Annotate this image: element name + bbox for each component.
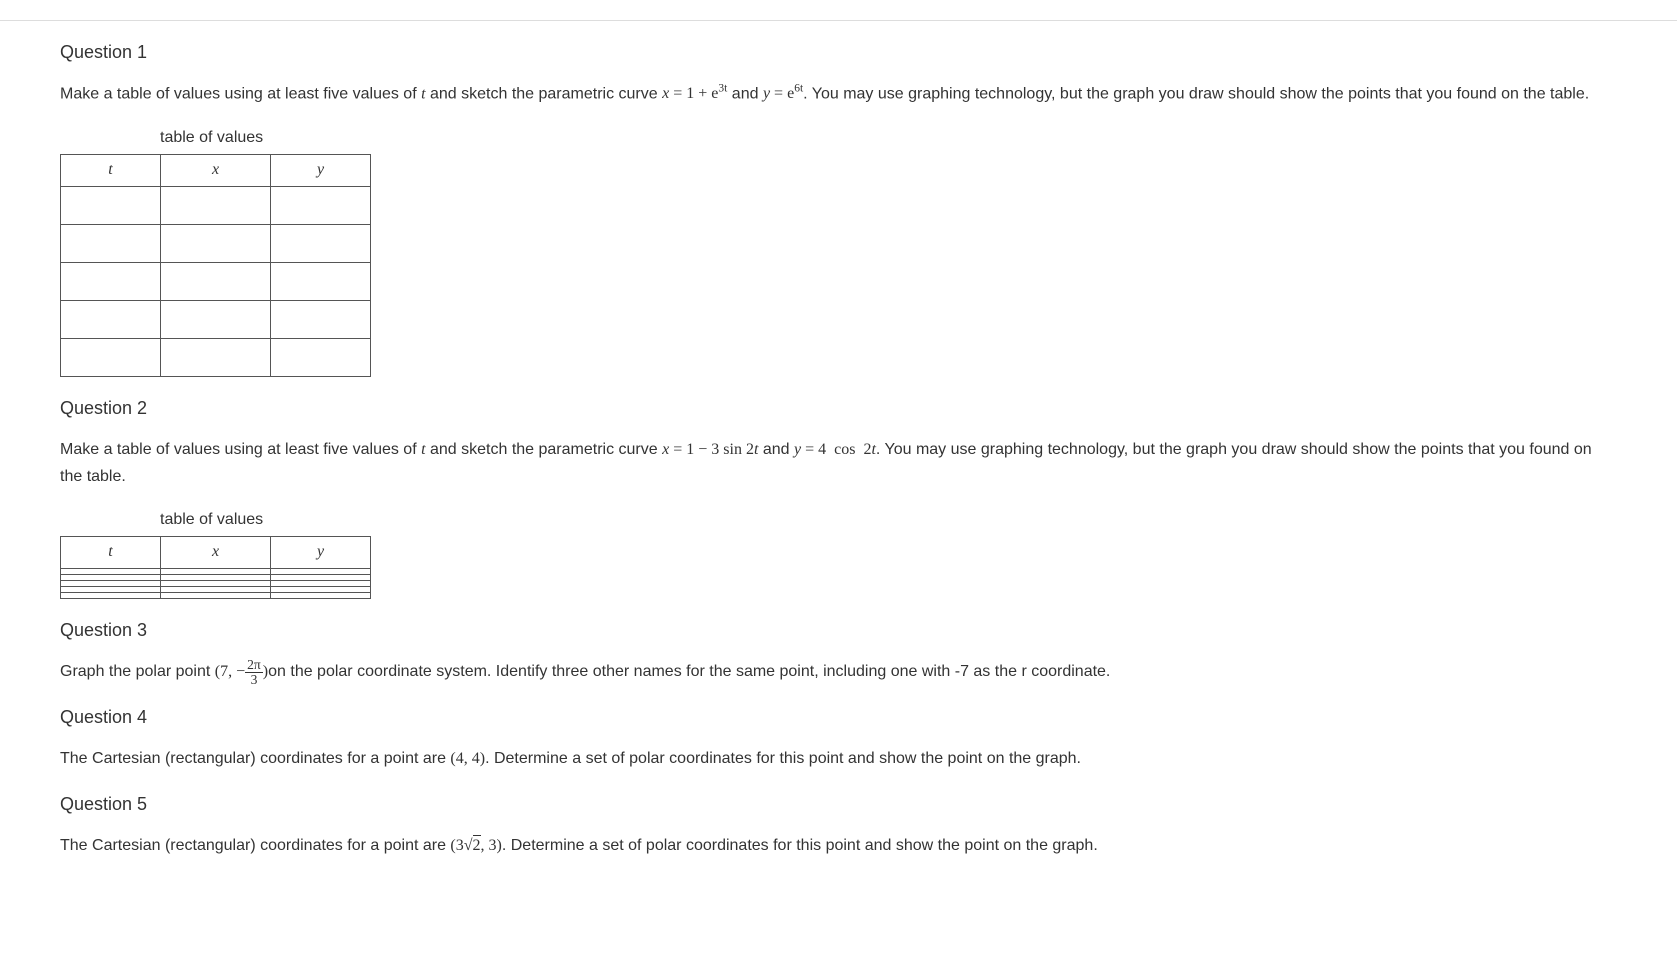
q3-text-part1: Graph the polar point xyxy=(60,663,215,680)
q1-col-y: y xyxy=(271,154,371,186)
question-5-title: Question 5 xyxy=(60,791,1617,818)
question-4-text: The Cartesian (rectangular) coordinates … xyxy=(60,745,1617,772)
fraction-icon: 2π3 xyxy=(245,658,263,686)
table-row xyxy=(61,338,371,376)
q3-polar-point: (7, −2π3) xyxy=(215,663,268,680)
divider-top xyxy=(0,20,1677,21)
table-row xyxy=(61,224,371,262)
q3-text-part2: on the polar coordinate system. Identify… xyxy=(268,663,1110,680)
table-header-row: t x y xyxy=(61,154,371,186)
q2-col-y: y xyxy=(271,536,371,568)
q5-text-part1: The Cartesian (rectangular) coordinates … xyxy=(60,837,450,854)
q4-point: (4, 4) xyxy=(450,750,485,767)
q1-text-part4: . You may use graphing technology, but t… xyxy=(803,85,1589,102)
table-row xyxy=(61,592,371,598)
table-row xyxy=(61,262,371,300)
q4-text-part2: . Determine a set of polar coordinates f… xyxy=(485,750,1081,767)
q2-col-x: x xyxy=(161,536,271,568)
q1-text-part1: Make a table of values using at least fi… xyxy=(60,85,421,102)
sqrt-icon: √ xyxy=(464,837,473,854)
question-5-text: The Cartesian (rectangular) coordinates … xyxy=(60,832,1617,859)
q1-col-x: x xyxy=(161,154,271,186)
question-1-text: Make a table of values using at least fi… xyxy=(60,80,1617,108)
q2-table-caption: table of values xyxy=(160,508,1617,532)
q5-point: (3√2, 3) xyxy=(450,835,501,854)
question-1-title: Question 1 xyxy=(60,39,1617,66)
q4-text-part1: The Cartesian (rectangular) coordinates … xyxy=(60,750,450,767)
q1-text-part2: and sketch the parametric curve xyxy=(426,85,663,102)
table-row xyxy=(61,300,371,338)
q1-col-t: t xyxy=(61,154,161,186)
q2-values-table: t x y xyxy=(60,536,371,599)
q1-eq-x: x = 1 + e3t xyxy=(662,85,727,102)
q1-table-caption: table of values xyxy=(160,126,1617,150)
q2-text-part1: Make a table of values using at least fi… xyxy=(60,441,421,458)
question-4-title: Question 4 xyxy=(60,704,1617,731)
question-2-title: Question 2 xyxy=(60,395,1617,422)
q2-eq-y: y = 4 cos 2t xyxy=(794,441,876,458)
question-2-text: Make a table of values using at least fi… xyxy=(60,436,1617,490)
table-row xyxy=(61,186,371,224)
q1-eq-y: y = e6t xyxy=(763,85,803,102)
q1-values-table: t x y xyxy=(60,154,371,377)
q1-text-part3: and xyxy=(727,85,763,102)
q2-col-t: t xyxy=(61,536,161,568)
table-header-row: t x y xyxy=(61,536,371,568)
q5-text-part2: . Determine a set of polar coordinates f… xyxy=(502,837,1098,854)
q2-text-part3: and xyxy=(758,441,794,458)
q2-text-part2: and sketch the parametric curve xyxy=(426,441,663,458)
question-3-text: Graph the polar point (7, −2π3)on the po… xyxy=(60,658,1617,686)
q2-eq-x: x = 1 − 3 sin 2t xyxy=(662,441,758,458)
question-3-title: Question 3 xyxy=(60,617,1617,644)
